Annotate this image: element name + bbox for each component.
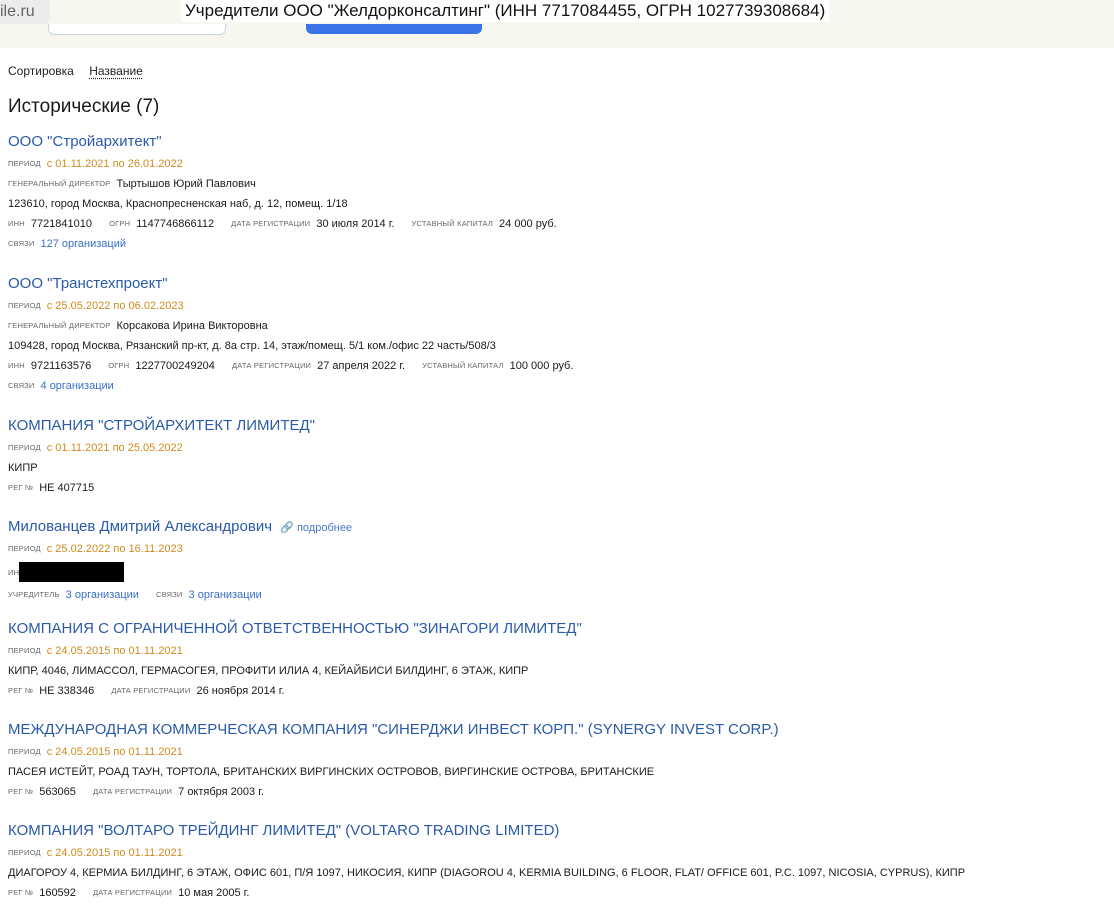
- period-label: период: [8, 443, 41, 452]
- links-label: связи: [8, 239, 35, 248]
- reg-date-value: 27 апреля 2022 г.: [317, 360, 406, 372]
- ogrn-value: 1147746866112: [136, 218, 215, 230]
- filter-input[interactable]: [48, 24, 226, 35]
- entry-name-link[interactable]: КОМПАНИЯ "ВОЛТАРО ТРЕЙДИНГ ЛИМИТЕД" (VOL…: [8, 822, 1108, 840]
- links-value[interactable]: 4 организации: [41, 380, 114, 392]
- reg-date-label: дата регистрации: [231, 361, 312, 370]
- sort-bar: Сортировка Название: [8, 64, 143, 78]
- links-label: связи: [156, 590, 183, 599]
- page-caption: Учредители ООО "Желдорконсалтинг" (ИНН 7…: [181, 0, 830, 22]
- reg-no-value: 160592: [39, 887, 76, 899]
- entry-name-link[interactable]: ООО "Стройархитект": [8, 133, 1108, 151]
- period-label: период: [8, 747, 41, 756]
- filter-button[interactable]: [306, 24, 482, 34]
- period-value: с 01.11.2021 по 25.05.2022: [46, 442, 183, 454]
- entry-name-link[interactable]: МЕЖДУНАРОДНАЯ КОММЕРЧЕСКАЯ КОМПАНИЯ "СИН…: [8, 721, 1108, 739]
- reg-no-label: рег №: [8, 686, 34, 695]
- period-value: с 24.05.2015 по 01.11.2021: [46, 746, 183, 758]
- address: КИПР, 4046, ЛИМАССОЛ, ГЕРМАСОГЕЯ, ПРОФИТ…: [8, 665, 529, 677]
- reg-no-value: 563065: [39, 786, 76, 798]
- inn-value: 9721163576: [30, 360, 92, 372]
- entry-name-link[interactable]: ООО "Транстехпроект": [8, 275, 1108, 293]
- period-value: с 24.05.2015 по 01.11.2021: [46, 847, 183, 859]
- ogrn-value: 1227700249204: [135, 360, 215, 372]
- page: ile.ru Учредители ООО "Желдорконсалтинг"…: [0, 0, 1114, 914]
- founder-entry: КОМПАНИЯ "СТРОЙАРХИТЕКТ ЛИМИТЕД" период с…: [8, 417, 1108, 495]
- founder-entry: МЕЖДУНАРОДНАЯ КОММЕРЧЕСКАЯ КОМПАНИЯ "СИН…: [8, 721, 1108, 799]
- inn-value: 7721841010: [30, 218, 93, 230]
- period-label: период: [8, 301, 41, 310]
- period-value: с 24.05.2015 по 01.11.2021: [46, 645, 183, 657]
- inn-label: ин: [8, 568, 20, 577]
- director-value: Тыртышов Юрий Павлович: [116, 178, 256, 190]
- redacted-block: [19, 562, 125, 582]
- inn-label: инн: [8, 219, 25, 228]
- top-caption-area: ile.ru Учредители ООО "Желдорконсалтинг"…: [0, 0, 1114, 48]
- reg-date-value: 30 июля 2014 г.: [316, 218, 395, 230]
- capital-value: 24 000 руб.: [499, 218, 557, 230]
- more-details-link[interactable]: 🔗 подробнее: [280, 522, 352, 534]
- section-title: Исторические (7): [8, 96, 160, 117]
- founder-value[interactable]: 3 организации: [66, 589, 139, 601]
- links-label: связи: [8, 381, 35, 390]
- address: 109428, город Москва, Рязанский пр-кт, д…: [8, 340, 496, 352]
- ogrn-label: огрн: [108, 361, 130, 370]
- entry-name-link[interactable]: Милованцев Дмитрий Александрович: [8, 518, 272, 535]
- founder-entry: КОМПАНИЯ С ОГРАНИЧЕННОЙ ОТВЕТСТВЕННОСТЬЮ…: [8, 620, 1108, 698]
- period-value: с 25.05.2022 по 06.02.2023: [46, 300, 184, 312]
- reg-no-label: рег №: [8, 483, 34, 492]
- period-label: период: [8, 544, 41, 553]
- period-label: период: [8, 848, 41, 857]
- reg-date-value: 26 ноября 2014 г.: [196, 685, 285, 697]
- founder-label: учредитель: [8, 590, 60, 599]
- sort-label: Сортировка: [8, 64, 74, 78]
- links-value[interactable]: 3 организации: [189, 589, 262, 601]
- reg-no-label: рег №: [8, 888, 34, 897]
- address: КИПР: [8, 462, 38, 474]
- reg-date-label: дата регистрации: [231, 219, 311, 228]
- capital-label: уставный капитал: [411, 219, 494, 228]
- founder-entry: ООО "Транстехпроект" период с 25.05.2022 …: [8, 275, 1108, 393]
- director-label: генеральный директор: [8, 179, 111, 188]
- reg-no-value: НЕ 338346: [39, 685, 95, 697]
- address: ПАСЕЯ ИСТЕЙТ, РОАД ТАУН, ТОРТОЛА, БРИТАН…: [8, 766, 655, 778]
- entry-name-link[interactable]: КОМПАНИЯ С ОГРАНИЧЕННОЙ ОТВЕТСТВЕННОСТЬЮ…: [8, 620, 1108, 638]
- director-label: генеральный директор: [8, 321, 111, 330]
- founder-entry: Милованцев Дмитрий Александрович 🔗 подро…: [8, 518, 1108, 602]
- reg-no-value: НЕ 407715: [39, 482, 95, 494]
- period-label: период: [8, 159, 41, 168]
- entry-name-link[interactable]: КОМПАНИЯ "СТРОЙАРХИТЕКТ ЛИМИТЕД": [8, 417, 1108, 435]
- reg-date-value: 10 мая 2005 г.: [178, 887, 250, 899]
- link-icon: 🔗: [280, 522, 294, 534]
- director-value: Корсакова Ирина Викторовна: [116, 320, 268, 332]
- capital-value: 100 000 руб.: [509, 360, 574, 372]
- inn-label: инн: [8, 361, 25, 370]
- links-value[interactable]: 127 организаций: [41, 238, 127, 250]
- reg-date-label: дата регистрации: [92, 888, 173, 897]
- sort-option-name[interactable]: Название: [89, 64, 143, 78]
- founder-entry: ООО "Стройархитект" период с 01.11.2021 п…: [8, 133, 1108, 251]
- reg-date-label: дата регистрации: [92, 787, 173, 796]
- period-label: период: [8, 646, 41, 655]
- founder-entry: КОМПАНИЯ "ВОЛТАРО ТРЕЙДИНГ ЛИМИТЕД" (VOL…: [8, 822, 1108, 900]
- ogrn-label: огрн: [109, 219, 131, 228]
- capital-label: уставный капитал: [422, 361, 504, 370]
- more-details-label: подробнее: [296, 522, 353, 534]
- url-fragment: ile.ru: [0, 0, 50, 24]
- reg-date-value: 7 октября 2003 г.: [178, 786, 264, 798]
- reg-no-label: рег №: [8, 787, 34, 796]
- address: 123610, город Москва, Краснопресненская …: [8, 198, 348, 210]
- period-value: с 01.11.2021 по 26.01.2022: [46, 158, 183, 170]
- address: ДИАГОРОУ 4, КЕРМИА БИЛДИНГ, 6 ЭТАЖ, ОФИС…: [8, 867, 966, 879]
- reg-date-label: дата регистрации: [111, 686, 191, 695]
- period-value: с 25.02.2022 по 16.11.2023: [46, 543, 183, 555]
